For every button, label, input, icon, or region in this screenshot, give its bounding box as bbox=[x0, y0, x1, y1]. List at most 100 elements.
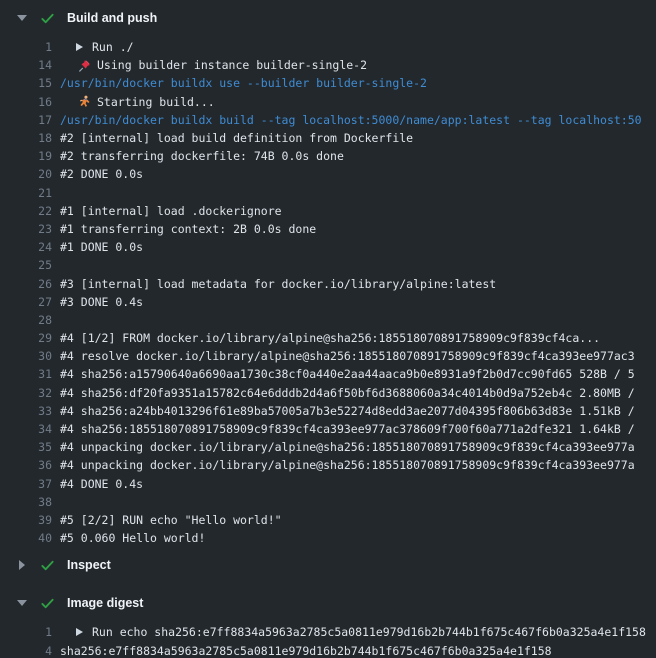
log-text: #5 0.060 Hello world! bbox=[60, 531, 205, 545]
log-text-value: #4 sha256:a24bb4013296f61e89ba57005a7b3e… bbox=[60, 404, 635, 418]
expand-arrow-icon[interactable] bbox=[76, 43, 83, 51]
log-line: 30 #4 resolve docker.io/library/alpine@sh… bbox=[0, 347, 656, 365]
log-line: 4 sha256:e7ff8834a5963a2785c5a0811e979d16… bbox=[0, 641, 656, 658]
log-line: 14 Using builder instance builder-single-… bbox=[0, 56, 656, 74]
log-text-value: #2 [internal] load build definition from… bbox=[60, 131, 413, 145]
section-header-image-digest[interactable]: Image digest bbox=[0, 589, 656, 617]
section-title: Build and push bbox=[67, 11, 157, 25]
log-text-value: Run echo sha256:e7ff8834a5963a2785c5a081… bbox=[92, 625, 646, 639]
line-number[interactable]: 18 bbox=[0, 131, 52, 145]
log-text: #1 transferring context: 2B 0.0s done bbox=[60, 222, 316, 236]
line-number[interactable]: 22 bbox=[0, 204, 52, 218]
log-lines: 1 Run ./ 14 Using builder instance builder-… bbox=[0, 32, 656, 547]
log-text: #4 [1/2] FROM docker.io/library/alpine@s… bbox=[60, 331, 600, 345]
chevron-down-icon bbox=[16, 600, 27, 606]
pushpin-icon bbox=[78, 59, 91, 72]
line-number[interactable]: 32 bbox=[0, 386, 52, 400]
log-text-value: #5 0.060 Hello world! bbox=[60, 531, 205, 545]
line-number[interactable]: 29 bbox=[0, 331, 52, 345]
log-text: #4 unpacking docker.io/library/alpine@sh… bbox=[60, 458, 635, 472]
log-line: 15/usr/bin/docker buildx use --builder b… bbox=[0, 74, 656, 92]
log-text: Using builder instance builder-single-2 bbox=[60, 58, 367, 72]
log-text: #4 sha256:a15790640a6690aa1730c38cf0a440… bbox=[60, 367, 635, 381]
section-title: Image digest bbox=[67, 596, 143, 610]
line-number[interactable]: 38 bbox=[0, 495, 52, 509]
log-text-value: #4 unpacking docker.io/library/alpine@sh… bbox=[60, 440, 635, 454]
log-line: 40 #5 0.060 Hello world! bbox=[0, 529, 656, 547]
line-number[interactable]: 17 bbox=[0, 113, 52, 127]
log-text-value: #2 transferring dockerfile: 74B 0.0s don… bbox=[60, 149, 344, 163]
log-line: 38 bbox=[0, 493, 656, 511]
section-header-build-and-push[interactable]: Build and push bbox=[0, 4, 656, 32]
log-text-value: Using builder instance builder-single-2 bbox=[97, 58, 367, 72]
line-number[interactable]: 14 bbox=[0, 58, 52, 72]
log-text: #3 [internal] load metadata for docker.i… bbox=[60, 277, 496, 291]
log-text-value: Run ./ bbox=[92, 40, 134, 54]
log-line: 33 #4 sha256:a24bb4013296f61e89ba57005a7b… bbox=[0, 402, 656, 420]
line-number[interactable]: 37 bbox=[0, 477, 52, 491]
line-number[interactable]: 24 bbox=[0, 240, 52, 254]
log-text-value: Starting build... bbox=[97, 95, 215, 109]
line-number[interactable]: 40 bbox=[0, 531, 52, 545]
line-number[interactable]: 4 bbox=[0, 644, 52, 658]
line-number[interactable]: 21 bbox=[0, 186, 52, 200]
log-section-inspect: Inspect bbox=[0, 551, 656, 585]
log-text: Run echo sha256:e7ff8834a5963a2785c5a081… bbox=[60, 625, 646, 639]
line-number[interactable]: 26 bbox=[0, 277, 52, 291]
log-lines: 1 Run echo sha256:e7ff8834a5963a2785c5a08… bbox=[0, 617, 656, 658]
log-line: 24#1 DONE 0.0s bbox=[0, 238, 656, 256]
log-line: 21 bbox=[0, 184, 656, 202]
expand-arrow-icon[interactable] bbox=[76, 628, 83, 636]
check-icon bbox=[40, 558, 55, 573]
line-number[interactable]: 33 bbox=[0, 404, 52, 418]
log-text: #2 DONE 0.0s bbox=[60, 167, 143, 181]
log-text: #4 sha256:a24bb4013296f61e89ba57005a7b3e… bbox=[60, 404, 635, 418]
log-line: 25 bbox=[0, 256, 656, 274]
line-number[interactable]: 16 bbox=[0, 95, 52, 109]
check-icon bbox=[40, 596, 55, 611]
line-number[interactable]: 23 bbox=[0, 222, 52, 236]
log-line: 26 #3 [internal] load metadata for docker… bbox=[0, 274, 656, 292]
log-line: 18 #2 [internal] load build definition fr… bbox=[0, 129, 656, 147]
log-line: 27 #3 DONE 0.4s bbox=[0, 293, 656, 311]
line-number[interactable]: 36 bbox=[0, 458, 52, 472]
log-line: 17/usr/bin/docker buildx build --tag loc… bbox=[0, 111, 656, 129]
line-number[interactable]: 27 bbox=[0, 295, 52, 309]
log-line: 1 Run ./ bbox=[0, 38, 656, 56]
log-text-value: #2 DONE 0.0s bbox=[60, 167, 143, 181]
log-line: 35 #4 unpacking docker.io/library/alpine@… bbox=[0, 438, 656, 456]
line-number[interactable]: 1 bbox=[0, 625, 52, 639]
log-line: 28 bbox=[0, 311, 656, 329]
log-line: 34 #4 sha256:185518070891758909c9f839cf4c… bbox=[0, 420, 656, 438]
log-line: 16 Starting build... bbox=[0, 93, 656, 111]
line-number[interactable]: 20 bbox=[0, 167, 52, 181]
log-text-value: /usr/bin/docker buildx build --tag local… bbox=[60, 113, 642, 127]
log-section-image-digest: Image digest 1 Run echo sha256:e7ff8834a5… bbox=[0, 589, 656, 658]
log-line: 22 #1 [internal] load .dockerignore bbox=[0, 202, 656, 220]
log-text-value: #4 sha256:185518070891758909c9f839cf4ca3… bbox=[60, 422, 635, 436]
section-header-inspect[interactable]: Inspect bbox=[0, 551, 656, 579]
line-number[interactable]: 25 bbox=[0, 258, 52, 272]
log-text-value: #4 resolve docker.io/library/alpine@sha2… bbox=[60, 349, 635, 363]
log-section-build-and-push: Build and push 1 Run ./ 14 Using builder in… bbox=[0, 4, 656, 547]
line-number[interactable]: 34 bbox=[0, 422, 52, 436]
line-number[interactable]: 28 bbox=[0, 313, 52, 327]
log-text: #4 unpacking docker.io/library/alpine@sh… bbox=[60, 440, 635, 454]
line-number[interactable]: 35 bbox=[0, 440, 52, 454]
log-text: Run ./ bbox=[60, 40, 134, 54]
line-number[interactable]: 30 bbox=[0, 349, 52, 363]
log-text-value: #4 sha256:a15790640a6690aa1730c38cf0a440… bbox=[60, 367, 635, 381]
log-text-value: #3 [internal] load metadata for docker.i… bbox=[60, 277, 496, 291]
line-number[interactable]: 39 bbox=[0, 513, 52, 527]
log-text: #4 resolve docker.io/library/alpine@sha2… bbox=[60, 349, 635, 363]
log-text-value: sha256:e7ff8834a5963a2785c5a0811e979d16b… bbox=[60, 644, 552, 658]
line-number[interactable]: 15 bbox=[0, 76, 52, 90]
log-text-value: #3 DONE 0.4s bbox=[60, 295, 143, 309]
log-text: #1 [internal] load .dockerignore bbox=[60, 204, 282, 218]
line-number[interactable]: 1 bbox=[0, 40, 52, 54]
line-number[interactable]: 19 bbox=[0, 149, 52, 163]
log-text: sha256:e7ff8834a5963a2785c5a0811e979d16b… bbox=[60, 644, 552, 658]
line-number[interactable]: 31 bbox=[0, 367, 52, 381]
log-line: 37#4 DONE 0.4s bbox=[0, 475, 656, 493]
log-text: /usr/bin/docker buildx use --builder bui… bbox=[60, 76, 427, 90]
